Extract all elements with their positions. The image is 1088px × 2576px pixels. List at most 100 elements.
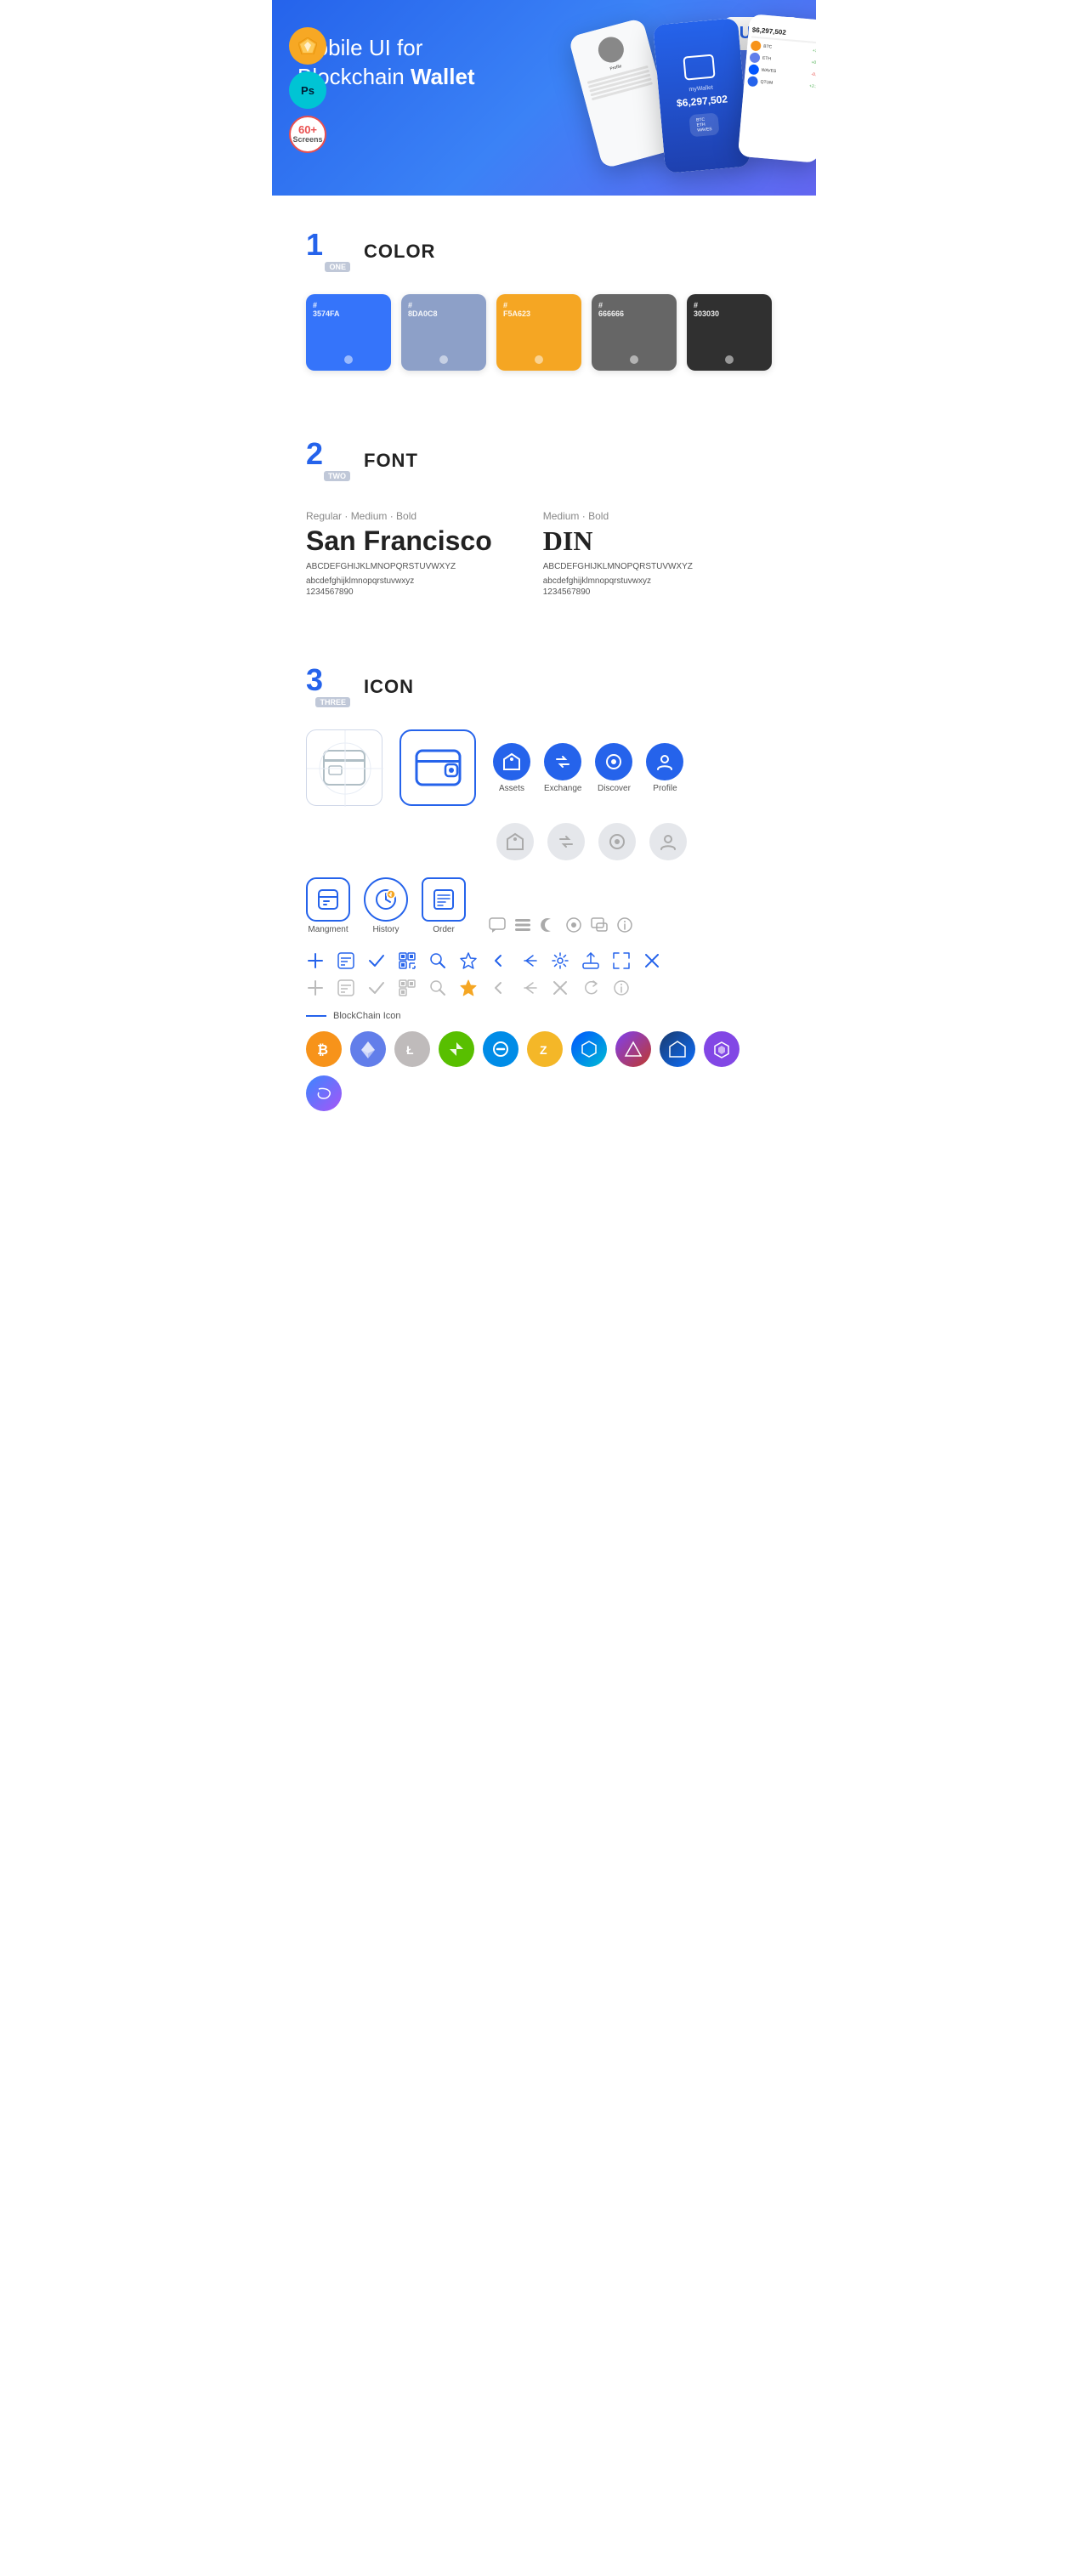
font-section-header: 2 TWO FONT: [306, 405, 782, 503]
history-icon: [364, 877, 408, 922]
edit-icon-gray: [337, 979, 355, 997]
icon-section-content: Assets Exchange: [306, 729, 782, 1111]
coin-dash: [483, 1031, 518, 1067]
blockchain-line: [306, 1015, 326, 1017]
assets-icon-circle: [493, 743, 530, 780]
font-section-content: Regular · Medium · Bold San Francisco AB…: [306, 510, 782, 597]
back-icon: [490, 951, 508, 970]
exchange-icon-svg: [553, 752, 572, 771]
section-2-number: 2 TWO: [306, 439, 350, 483]
assets-icon-gray: [496, 823, 534, 860]
profile-icon-circle: [646, 743, 683, 780]
swatch-dark: #303030: [687, 294, 772, 371]
mangment-icon: [306, 877, 350, 922]
phone-mockups: Profile myWallet $6,297,502 BTC ETH WAVE…: [582, 17, 816, 166]
coin-waves: [571, 1031, 607, 1067]
swatch-blue: #3574FA: [306, 294, 391, 371]
wallet-blue-svg: [415, 749, 462, 786]
font-din: Medium · Bold DIN ABCDEFGHIJKLMNOPQRSTUV…: [543, 510, 693, 597]
expand-icon: [612, 951, 631, 970]
small-icons-gray: [306, 979, 782, 997]
plus-icon-gray: [306, 979, 325, 997]
settings-icon: [551, 951, 570, 970]
icon-exchange-gray: [547, 823, 585, 860]
icon-profile-gray: [649, 823, 687, 860]
profile-icon-svg: [655, 752, 674, 771]
discover-icon-svg: [604, 752, 623, 771]
svg-text:Z: Z: [540, 1043, 547, 1057]
svg-text:Ł: Ł: [406, 1043, 414, 1057]
swatch-steel: #8DA0C8: [401, 294, 486, 371]
stack-icon: [513, 916, 532, 934]
coin-zcash: Z: [527, 1031, 563, 1067]
discover-icon-gray: [598, 823, 636, 860]
share-icon: [520, 951, 539, 970]
plus-icon: [306, 951, 325, 970]
coin-lisk: [660, 1031, 695, 1067]
font-row: Regular · Medium · Bold San Francisco AB…: [306, 510, 782, 597]
share-icon-gray: [520, 979, 539, 997]
search-icon-gray: [428, 979, 447, 997]
svg-text:₿: ₿: [317, 1042, 328, 1058]
swatch-gray: #666666: [592, 294, 677, 371]
main-content: 1 ONE COLOR #3574FA #8DA0C8 #F5A623: [272, 196, 816, 1111]
icon-named-group-gray: [496, 823, 782, 860]
info-icon: [615, 916, 634, 934]
icon-exchange: Exchange: [544, 743, 581, 793]
icon-row-1: Assets Exchange: [306, 729, 782, 806]
icon-discover: Discover: [595, 743, 632, 793]
app-icon-history: History: [364, 877, 408, 934]
app-icon-order: Order: [422, 877, 466, 934]
guide-lines: [307, 730, 383, 807]
section-3-number: 3 THREE: [306, 665, 350, 709]
exchange-icon-gray: [547, 823, 585, 860]
coin-band: [306, 1075, 342, 1111]
color-section-title: COLOR: [364, 241, 435, 263]
icon-section-title: ICON: [364, 676, 414, 698]
order-icon: [422, 877, 466, 922]
coin-neo: [439, 1031, 474, 1067]
profile-icon-gray: [649, 823, 687, 860]
moon-icon: [539, 916, 558, 934]
icon-profile: Profile: [646, 743, 683, 793]
sketch-icon: [298, 37, 317, 54]
sketch-badge: [289, 27, 326, 65]
star-icon: [459, 951, 478, 970]
font-sf: Regular · Medium · Bold San Francisco AB…: [306, 510, 492, 597]
search-icon: [428, 951, 447, 970]
info-icon-gray: [612, 979, 631, 997]
small-icons-blue: [306, 951, 782, 970]
swatch-orange: #F5A623: [496, 294, 581, 371]
qr-icon-gray: [398, 979, 416, 997]
color-section-header: 1 ONE COLOR: [306, 196, 782, 294]
upload-icon: [581, 951, 600, 970]
circle-dot-icon: [564, 916, 583, 934]
phone-mockup-3: + $6,297,502 BTC +1.2% ETH +0.8% WAVES -…: [738, 14, 816, 163]
close-icon: [643, 951, 661, 970]
close-icon-gray: [551, 979, 570, 997]
blockchain-label: BlockChain Icon: [306, 1011, 782, 1021]
redo-icon-gray: [581, 979, 600, 997]
font-section-title: FONT: [364, 450, 418, 472]
coin-ark: [615, 1031, 651, 1067]
hero-badges: Ps 60+ Screens: [289, 27, 326, 153]
icon-discover-gray: [598, 823, 636, 860]
exchange-icon-circle: [544, 743, 581, 780]
coin-matic: [704, 1031, 740, 1067]
star-filled-icon: [459, 979, 478, 997]
discover-icon-circle: [595, 743, 632, 780]
edit-icon: [337, 951, 355, 970]
crypto-coins: ₿ Ł Z: [306, 1031, 782, 1111]
screens-badge: 60+ Screens: [289, 116, 326, 153]
icon-named-group-blue: Assets Exchange: [493, 743, 683, 793]
color-swatches: #3574FA #8DA0C8 #F5A623 #666666 #303: [306, 294, 782, 371]
wallet-grid-icon-container: [306, 729, 382, 806]
hero-title: Mobile UI for Blockchain Wallet: [298, 34, 536, 92]
misc-icons-blue: [488, 916, 634, 934]
check-icon-gray: [367, 979, 386, 997]
hero-section: Mobile UI for Blockchain Wallet UI Kit P…: [272, 0, 816, 196]
chat2-icon: [590, 916, 609, 934]
assets-icon-svg: [502, 752, 521, 771]
icon-assets-gray: [496, 823, 534, 860]
ps-badge: Ps: [289, 71, 326, 109]
